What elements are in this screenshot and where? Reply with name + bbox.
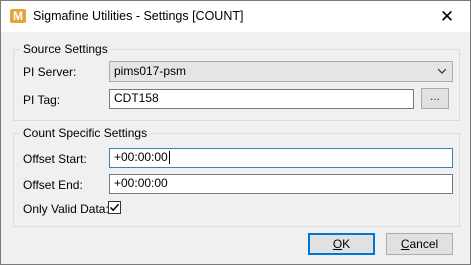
offset-start-field[interactable]: +00:00:00 [109,148,453,168]
source-settings-group: Source Settings [13,42,460,121]
pi-server-label: PI Server: [23,65,77,79]
offset-end-label: Offset End: [23,178,83,192]
app-icon-glyph: M [13,9,23,23]
chevron-down-icon [438,68,446,74]
count-settings-legend: Count Specific Settings [20,126,151,140]
browse-button-label: ... [429,89,440,103]
offset-start-value: +00:00:00 [114,150,168,164]
settings-dialog: M Sigmafine Utilities - Settings [COUNT]… [0,0,471,265]
only-valid-data-checkbox[interactable] [108,201,121,214]
window-title: Sigmafine Utilities - Settings [COUNT] [33,9,244,23]
pi-tag-value: CDT158 [114,91,159,105]
pi-server-value: pims017-psm [114,64,187,78]
checkmark-icon [109,203,120,212]
ok-mnemonic: O [332,237,343,251]
pi-tag-field[interactable]: CDT158 [109,89,414,109]
ok-label-rest: K [342,237,351,251]
ok-button[interactable]: OK [308,233,375,255]
close-button[interactable]: ✕ [424,1,470,32]
browse-tag-button[interactable]: ... [421,88,449,109]
offset-end-field[interactable]: +00:00:00 [109,174,453,194]
cancel-button[interactable]: Cancel [386,233,453,255]
only-valid-data-label: Only Valid Data: [23,202,109,216]
app-logo-icon: M [10,9,26,23]
pi-server-dropdown[interactable]: pims017-psm [109,61,453,82]
text-caret [168,151,170,165]
cancel-label-rest: ancel [409,237,439,251]
offset-start-label: Offset Start: [23,152,87,166]
source-settings-legend: Source Settings [20,42,111,56]
title-bar[interactable]: M Sigmafine Utilities - Settings [COUNT]… [1,1,470,32]
close-icon: ✕ [439,7,455,26]
offset-end-value: +00:00:00 [114,176,168,190]
pi-tag-label: PI Tag: [23,93,61,107]
